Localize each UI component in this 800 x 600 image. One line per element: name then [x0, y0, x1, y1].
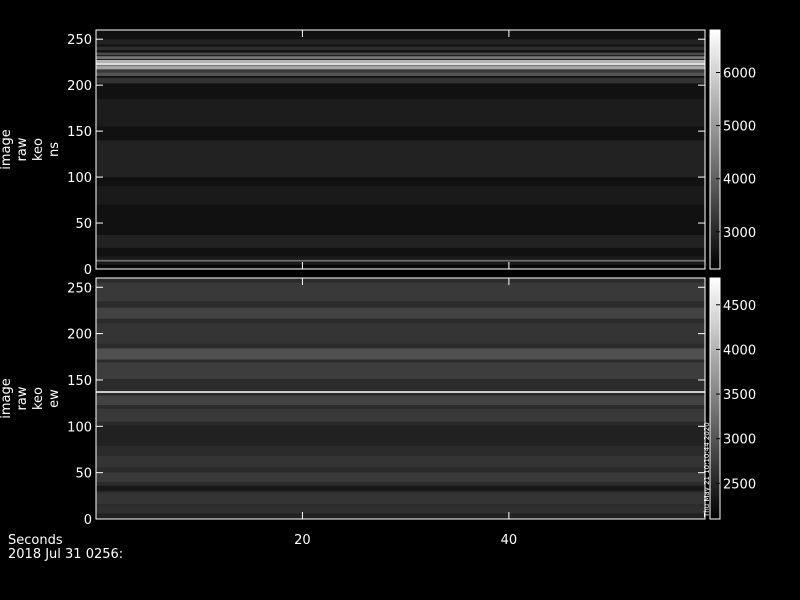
- colorbar-tick-label-4000: 4000: [723, 173, 756, 188]
- y-tick-label-0: 0: [84, 513, 92, 528]
- heatmap-band-14: [96, 282, 705, 302]
- colorbar-tick-label-3500: 3500: [723, 388, 756, 403]
- y-axis-label-2: keo: [31, 138, 46, 161]
- panel-2: 0 50 100 150 200 250 image raw keo ew 2500 3000 3500…: [0, 277, 756, 528]
- heatmap-band-5: [96, 455, 705, 468]
- y-axis-label-2: keo: [31, 387, 46, 410]
- heatmap-band-2: [96, 493, 705, 505]
- heatmap-band-3: [96, 256, 705, 260]
- heatmap-band-16: [96, 46, 705, 51]
- heatmap-band-0: [96, 264, 705, 268]
- heatmap-band-12: [96, 323, 705, 344]
- heatmap-band-6: [96, 140, 705, 178]
- y-tick-label-100: 100: [67, 420, 92, 435]
- heatmap-band-12: [96, 62, 705, 66]
- y-tick-label-150: 150: [67, 125, 92, 140]
- heatmap-band-17: [96, 39, 705, 45]
- y-axis-label-1: raw: [15, 386, 30, 410]
- heatmap-band-9: [96, 72, 705, 76]
- x-tick-label-40: 40: [501, 533, 518, 548]
- y-tick-label-200: 200: [67, 79, 92, 94]
- heatmap-band-6: [96, 425, 705, 446]
- colorbar-tick-label-2500: 2500: [723, 477, 756, 492]
- heatmap-band-10: [96, 362, 705, 380]
- heatmap-band-4: [96, 234, 705, 248]
- colorbar-tick-label-3000: 3000: [723, 433, 756, 448]
- x-axis-title: Seconds: [8, 533, 63, 548]
- heatmap-band-2: [96, 259, 705, 262]
- heatmap-band-8: [96, 77, 705, 84]
- y-axis-label-1: raw: [15, 137, 30, 161]
- y-tick-label-150: 150: [67, 374, 92, 389]
- heatmap-band-15: [96, 52, 705, 56]
- y-tick-label-0: 0: [84, 263, 92, 278]
- y-tick-label-50: 50: [75, 467, 92, 482]
- y-axis-label-3: ew: [47, 389, 62, 408]
- heatmap-band-11: [96, 348, 705, 360]
- heatmap-band-14: [96, 56, 705, 59]
- y-tick-label-250: 250: [67, 33, 92, 48]
- heatmap-band-7: [96, 98, 705, 127]
- heatmap-band-9: [96, 391, 705, 393]
- keogram-figure: 050100150200250image raw keo ns300040005000…: [0, 29, 756, 562]
- heatmap-band-5: [96, 186, 705, 205]
- date-label: 2018 Jul 31 0256:: [8, 547, 123, 562]
- y-tick-label-250: 250: [67, 281, 92, 296]
- colorbar-tick-label-3000: 3000: [723, 226, 756, 241]
- heatmap-band-10: [96, 69, 705, 73]
- heatmap-band-0: [96, 513, 705, 519]
- y-axis-label-0: image: [0, 129, 14, 170]
- panel-1: 0 50 100 150 200 250 image raw keo ns 3000 4000 5000…: [0, 29, 756, 278]
- colorbar-tick-label-4500: 4500: [723, 299, 756, 314]
- colorbar: [709, 29, 721, 270]
- x-tick-label-20: 20: [294, 533, 311, 548]
- y-axis-label-0: image: [0, 378, 14, 419]
- heatmap-band-11: [96, 65, 705, 70]
- y-tick-label-50: 50: [75, 217, 92, 232]
- colorbar-tick-label-5000: 5000: [723, 120, 756, 135]
- heatmap-band-3: [96, 485, 705, 492]
- heatmap-band-13: [96, 59, 705, 63]
- y-tick-label-200: 200: [67, 328, 92, 343]
- colorbar-tick-label-4000: 4000: [723, 343, 756, 358]
- y-tick-label-100: 100: [67, 171, 92, 186]
- heatmap-band-7: [96, 408, 705, 422]
- heatmap-band-8: [96, 395, 705, 405]
- colorbar-tick-label-6000: 6000: [723, 66, 756, 81]
- heatmap-band-13: [96, 307, 705, 319]
- timestamp-stamp: Thu May 21 10:10:44 2020: [703, 422, 711, 518]
- y-axis-label-3: ns: [47, 142, 62, 157]
- heatmap-band-1: [96, 262, 705, 265]
- heatmap-band-1: [96, 506, 705, 514]
- heatmap-band-4: [96, 472, 705, 482]
